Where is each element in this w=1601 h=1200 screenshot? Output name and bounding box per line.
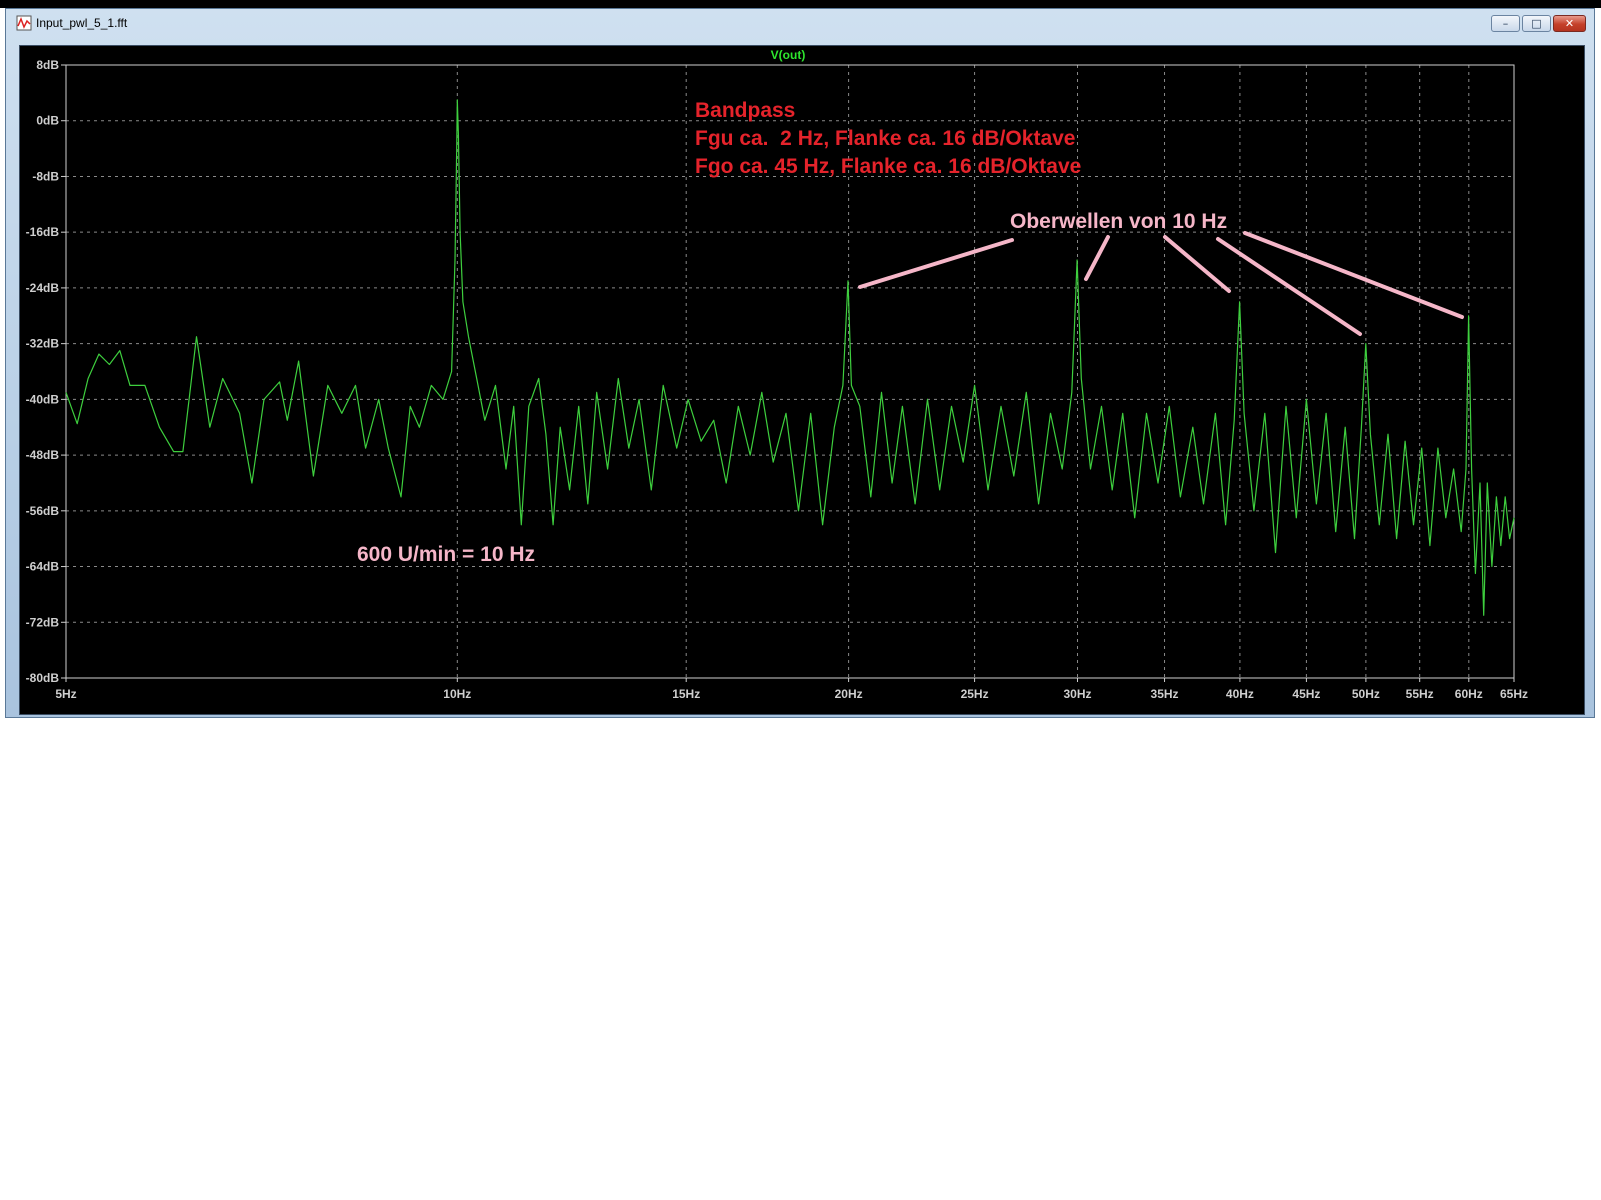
plot-window: Input_pwl_5_1.fft – □ ✕ 5Hz 10Hz 15Hz 20Hz 2… [5,8,1595,718]
y-tick-label: -64dB [26,560,60,574]
x-tick-label: 5Hz [55,687,76,701]
x-tick-label: 50Hz [1352,687,1380,701]
y-tick-label: -32dB [26,337,60,351]
close-icon: ✕ [1564,17,1575,30]
y-tick-label: -72dB [26,615,60,629]
harmonics-label: Oberwellen von 10 Hz [1010,210,1227,233]
y-tick-label: -24dB [26,281,60,295]
x-tick-label: 25Hz [961,687,989,701]
plot-frame: 5Hz 10Hz 15Hz 20Hz 25Hz 30Hz 35Hz 40Hz 45Hz 50Hz 5… [19,45,1585,715]
y-tick-label: 0dB [36,114,59,128]
y-tick-label: -40dB [26,392,60,406]
close-button[interactable]: ✕ [1553,15,1586,32]
window-title: Input_pwl_5_1.fft [36,16,128,30]
bandpass-title: Bandpass [695,99,795,122]
fft-chart[interactable]: 5Hz 10Hz 15Hz 20Hz 25Hz 30Hz 35Hz 40Hz 45Hz 50Hz 5… [20,46,1584,714]
minimize-button[interactable]: – [1491,15,1520,32]
y-tick-label: -80dB [26,671,60,685]
x-tick-label: 10Hz [443,687,471,701]
fundamental-label: 600 U/min = 10 Hz [357,543,535,566]
x-tick-label: 15Hz [672,687,700,701]
title-bar[interactable]: Input_pwl_5_1.fft – □ ✕ [6,9,1594,37]
fgu-annotation: Fgu ca. 2 Hz, Flanke ca. 16 dB/Oktave [695,127,1075,150]
pointer-40hz [1163,235,1231,293]
chart-title: V(out) [771,48,806,62]
x-tick-label: 40Hz [1226,687,1254,701]
y-tick-label: -48dB [26,448,60,462]
maximize-icon: □ [1531,17,1542,30]
maximize-button[interactable]: □ [1522,15,1551,32]
background-strip [0,0,1601,8]
waveform-app-icon [16,15,32,31]
y-tick-label: -8dB [32,169,59,183]
y-tick-label: -16dB [26,225,60,239]
minimize-icon: – [1502,17,1509,30]
x-tick-label: 65Hz [1500,687,1528,701]
x-tick-label: 30Hz [1064,687,1092,701]
pointer-60hz [1243,231,1464,319]
pointer-30hz [1084,235,1110,281]
x-tick-label: 35Hz [1151,687,1179,701]
pointer-20hz [858,238,1014,289]
x-tick-label: 60Hz [1455,687,1483,701]
y-tick-label: 8dB [36,58,59,72]
x-tick-label: 45Hz [1292,687,1320,701]
x-tick-label: 55Hz [1406,687,1434,701]
harmonic-pointers [858,231,1464,336]
y-tick-label: -56dB [26,504,60,518]
x-tick-label: 20Hz [835,687,863,701]
fgo-annotation: Fgo ca. 45 Hz, Flanke ca. 16 dB/Oktave [695,155,1081,178]
